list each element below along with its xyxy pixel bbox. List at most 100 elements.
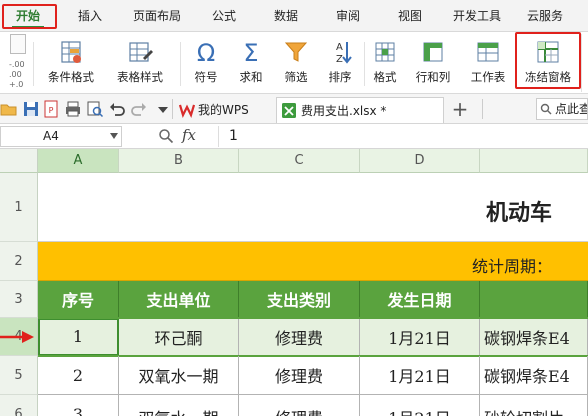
table-cell[interactable]: 修理费: [239, 318, 360, 356]
print-preview-icon[interactable]: [86, 100, 104, 118]
conditional-format-label: 条件格式: [48, 70, 94, 84]
doc-tab-expense-file[interactable]: 费用支出.xlsx *: [276, 97, 444, 123]
rows-columns-button[interactable]: 行和列: [408, 34, 458, 92]
sort-az-icon: A Z: [336, 42, 352, 65]
header-cell-date[interactable]: 发生日期: [360, 281, 480, 318]
decimal-label[interactable]: .00: [9, 70, 22, 79]
row-header-3[interactable]: 3: [0, 281, 38, 318]
table-cell[interactable]: 双氧水一期: [119, 395, 239, 416]
doc-tab-label: 我的WPS: [198, 103, 249, 117]
name-box-dropdown-icon[interactable]: [110, 133, 118, 139]
conditional-format-icon: [61, 41, 81, 63]
symbol-button[interactable]: Ω 符号: [186, 34, 226, 92]
header-cell-category[interactable]: 支出类别: [239, 281, 360, 318]
sort-button[interactable]: A Z 排序: [320, 34, 360, 92]
menu-bar: 开始 插入 页面布局 公式 数据 审阅 视图 开发工具 云服务: [0, 0, 588, 32]
search-box[interactable]: 点此查: [536, 98, 588, 120]
spreadsheet-grid: A B C D 1 2 3 4 5 6 机动车 统计周期： 序号 支出单位 支出…: [0, 149, 588, 416]
column-header-b[interactable]: B: [119, 149, 239, 173]
select-all-corner[interactable]: [0, 149, 38, 173]
menu-tab-formulas[interactable]: 公式: [196, 0, 252, 32]
column-header-d[interactable]: D: [360, 149, 480, 173]
toolbar-separator: [482, 99, 483, 119]
svg-text:Z: Z: [336, 54, 343, 65]
dropdown-arrow-icon[interactable]: [154, 100, 172, 118]
sum-label: 求和: [239, 70, 263, 84]
table-cell[interactable]: 碳钢焊条E4: [480, 318, 588, 356]
formula-bar: A4 fx 1: [0, 124, 588, 149]
ribbon-separator: [364, 42, 365, 86]
menu-tab-developer[interactable]: 开发工具: [444, 0, 510, 32]
decimal-increase-label[interactable]: +.0: [9, 80, 23, 89]
table-cell[interactable]: 修理费: [239, 356, 360, 395]
column-header-e[interactable]: [480, 149, 588, 173]
format-label: 格式: [373, 70, 397, 84]
export-pdf-icon[interactable]: P: [42, 100, 60, 118]
table-cell[interactable]: 碳钢焊条E4: [480, 356, 588, 395]
table-cell[interactable]: 1月21日: [360, 318, 480, 356]
rows-columns-label: 行和列: [415, 70, 451, 84]
function-fx-button[interactable]: fx: [182, 126, 196, 144]
filter-label: 筛选: [284, 70, 308, 84]
menu-tab-data[interactable]: 数据: [258, 0, 314, 32]
highlight-home-box: [2, 4, 57, 29]
undo-icon[interactable]: [108, 100, 126, 118]
doc-tab-my-wps[interactable]: 我的WPS: [176, 97, 274, 123]
worksheet-label: 工作表: [470, 70, 506, 84]
zoom-icon[interactable]: [158, 128, 174, 144]
table-cell[interactable]: 3: [38, 395, 119, 416]
menu-tab-cloud[interactable]: 云服务: [514, 0, 576, 32]
table-cell[interactable]: 双氧水一期: [119, 356, 239, 395]
menu-tab-page-layout[interactable]: 页面布局: [122, 0, 192, 32]
menu-tab-insert[interactable]: 插入: [62, 0, 118, 32]
print-icon[interactable]: [64, 100, 82, 118]
row-header-5[interactable]: 5: [0, 356, 38, 395]
header-cell-index[interactable]: 序号: [38, 281, 119, 318]
formula-input[interactable]: 1: [218, 126, 588, 147]
ribbon-overflow-edge: [581, 34, 588, 92]
wps-logo-icon: [179, 104, 195, 118]
new-tab-button[interactable]: +: [448, 98, 472, 122]
sheet-title[interactable]: 机动车: [486, 195, 552, 227]
header-cell-unit[interactable]: 支出单位: [119, 281, 239, 318]
dropdown-box[interactable]: [10, 34, 26, 54]
column-header-c[interactable]: C: [239, 149, 360, 173]
search-icon: [540, 103, 552, 115]
search-text: 点此查: [555, 102, 588, 116]
table-cell[interactable]: 砂轮切割片: [480, 395, 588, 416]
rows-columns-icon: [423, 42, 443, 62]
conditional-format-button[interactable]: 条件格式: [40, 34, 102, 92]
table-style-label: 表格样式: [117, 70, 163, 84]
row-header-1[interactable]: 1: [0, 173, 38, 242]
spreadsheet-file-icon: [282, 103, 296, 118]
decimal-decrease-label[interactable]: -.00: [9, 60, 25, 69]
row-header-2[interactable]: 2: [0, 242, 38, 281]
omega-icon: Ω: [197, 39, 215, 66]
name-box[interactable]: A4: [0, 126, 122, 147]
menu-tab-view[interactable]: 视图: [382, 0, 438, 32]
active-cell-outline: [38, 318, 119, 356]
table-cell[interactable]: 1月21日: [360, 356, 480, 395]
svg-text:Σ: Σ: [243, 39, 258, 66]
table-cell[interactable]: 2: [38, 356, 119, 395]
red-arrow-icon: [0, 331, 34, 343]
table-style-button[interactable]: 表格样式: [108, 34, 172, 92]
header-cell-detail[interactable]: [480, 281, 588, 318]
menu-tab-review[interactable]: 审阅: [320, 0, 376, 32]
filter-button[interactable]: 筛选: [276, 34, 316, 92]
column-header-a[interactable]: A: [38, 149, 119, 173]
table-cell[interactable]: 1月21日: [360, 395, 480, 416]
quick-access-bar: P 我的WPS 费用支出.xlsx * + 点此查: [0, 94, 588, 124]
open-folder-icon[interactable]: [0, 100, 18, 118]
save-icon[interactable]: [22, 100, 40, 118]
table-cell[interactable]: 修理费: [239, 395, 360, 416]
worksheet-button[interactable]: 工作表: [462, 34, 514, 92]
highlight-freeze-panes-box: [515, 32, 581, 89]
row-header-6[interactable]: 6: [0, 395, 38, 416]
redo-icon[interactable]: [130, 100, 148, 118]
symbol-label: 符号: [194, 70, 218, 84]
sum-button[interactable]: Σ 求和: [230, 34, 272, 92]
format-button[interactable]: 格式: [366, 34, 404, 92]
ribbon-toolbar: -.00 .00 +.0 条件格式 表格样式 Ω 符号 Σ 求和 筛选 A Z …: [0, 32, 588, 94]
table-cell[interactable]: 环己酮: [119, 318, 239, 356]
